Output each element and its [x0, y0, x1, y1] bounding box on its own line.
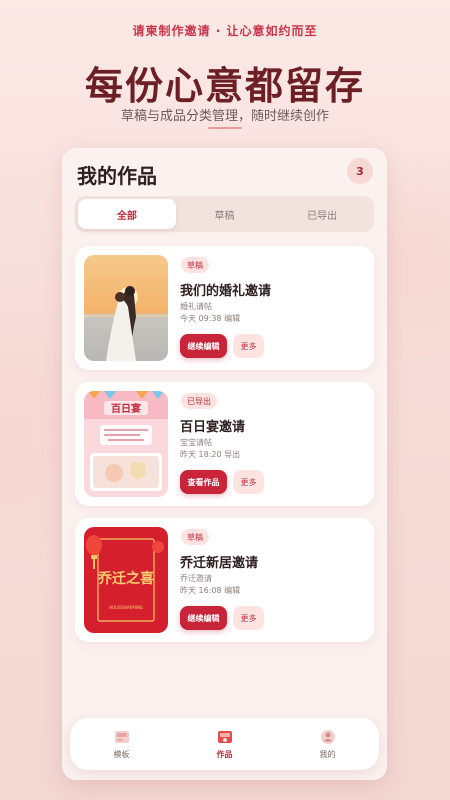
housewarming-thumb-en: HOUSEWARMING: [109, 605, 143, 610]
work-timestamp: 今天 09:38 编辑: [180, 314, 241, 323]
works-panel: 我的作品 3 全部 草稿 已导出 草稿 我们的婚礼邀请 婚礼请帖 今天 09:3…: [62, 148, 387, 780]
hero-tagline: 请柬制作邀请 · 让心意如约而至: [132, 24, 318, 38]
works-count-badge: 3: [347, 158, 373, 184]
work-title: 百日宴邀请: [180, 420, 246, 435]
view-work-button[interactable]: 查看作品: [180, 470, 227, 494]
template-icon: [114, 731, 129, 743]
headline-underline: [208, 127, 242, 129]
more-button[interactable]: 更多: [233, 334, 264, 358]
status-badge: 草稿: [181, 257, 209, 273]
work-category: 乔迁邀请: [180, 574, 212, 583]
works-icon: [217, 731, 232, 743]
filter-tabs: 全部 草稿 已导出: [75, 196, 374, 232]
nav-templates[interactable]: 模板: [70, 718, 173, 770]
work-title: 我们的婚礼邀请: [180, 284, 272, 299]
work-item-housewarming[interactable]: 乔迁之喜 HOUSEWARMING 草稿 乔迁新居邀请 乔迁邀请 昨天 16:0…: [75, 518, 374, 642]
work-category: 宝宝请帖: [180, 438, 212, 447]
continue-edit-button[interactable]: 继续编辑: [180, 606, 227, 630]
continue-edit-button[interactable]: 继续编辑: [180, 334, 227, 358]
work-timestamp: 昨天 16:08 编辑: [180, 586, 241, 595]
baby-banquet-thumb-text: 百日宴: [111, 402, 141, 415]
nav-profile[interactable]: 我的: [276, 718, 379, 770]
wedding-thumbnail[interactable]: [84, 255, 168, 361]
nav-label: 作品: [216, 750, 233, 759]
status-badge: 草稿: [181, 529, 209, 545]
tab-drafts[interactable]: 草稿: [176, 199, 274, 229]
work-title: 乔迁新居邀请: [180, 556, 259, 571]
status-badge: 已导出: [181, 393, 217, 409]
more-button[interactable]: 更多: [233, 470, 264, 494]
work-timestamp: 昨天 18:20 导出: [180, 450, 241, 459]
hero-headline: 每份心意都留存: [84, 63, 365, 108]
nav-label: 模板: [113, 750, 130, 759]
profile-icon: [320, 730, 335, 744]
tab-all[interactable]: 全部: [78, 199, 176, 229]
work-item-wedding[interactable]: 草稿 我们的婚礼邀请 婚礼请帖 今天 09:38 编辑 继续编辑 更多: [75, 246, 374, 370]
nav-label: 我的: [319, 750, 336, 759]
works-title: 我的作品: [77, 164, 157, 188]
tab-exported[interactable]: 已导出: [273, 199, 371, 229]
work-category: 婚礼请帖: [180, 302, 212, 311]
nav-works[interactable]: 作品: [173, 718, 276, 770]
bottom-nav: 模板 作品 我的: [70, 718, 379, 770]
housewarming-thumb-text: 乔迁之喜: [97, 570, 154, 587]
hero-subline: 草稿与成品分类管理，随时继续创作: [120, 109, 329, 124]
work-item-baby-banquet[interactable]: 百日宴 已导出 百日宴邀请 宝宝请帖 昨天 18:20 导出 查看作品 更多: [75, 382, 374, 506]
housewarming-thumbnail[interactable]: 乔迁之喜 HOUSEWARMING: [84, 527, 168, 633]
more-button[interactable]: 更多: [233, 606, 264, 630]
baby-banquet-thumbnail[interactable]: 百日宴: [84, 391, 168, 497]
